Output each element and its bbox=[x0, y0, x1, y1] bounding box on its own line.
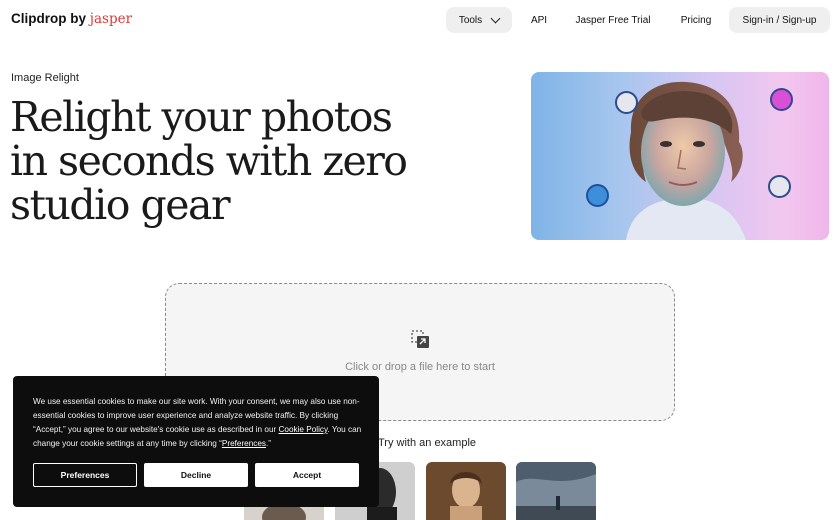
cookie-message: We use essential cookies to make our sit… bbox=[33, 395, 363, 451]
brand-partner: jasper bbox=[89, 11, 133, 27]
dropzone-prompt: Click or drop a file here to start bbox=[345, 361, 495, 373]
sign-in-button[interactable]: Sign-in / Sign-up bbox=[729, 7, 830, 33]
preferences-link[interactable]: Preferences bbox=[222, 439, 266, 448]
page-title: Relight your photos in seconds with zero… bbox=[10, 93, 408, 229]
chevron-down-icon bbox=[490, 13, 501, 23]
example-image-3[interactable] bbox=[426, 462, 506, 520]
light-handle-bottom-left[interactable] bbox=[586, 184, 609, 207]
cookie-preferences-button[interactable]: Preferences bbox=[33, 463, 137, 487]
nav-free-trial-link[interactable]: Jasper Free Trial bbox=[572, 7, 654, 33]
nav-pricing-link[interactable]: Pricing bbox=[676, 7, 716, 33]
example-image-4[interactable] bbox=[516, 462, 596, 520]
hero-portrait-image bbox=[531, 72, 829, 240]
light-handle-top-left[interactable] bbox=[615, 91, 638, 114]
brand-logo[interactable]: Clipdrop by jasper bbox=[11, 11, 132, 27]
nav-tools-label: Tools bbox=[458, 14, 483, 26]
upload-icon bbox=[411, 330, 429, 348]
brand-name: Clipdrop bbox=[11, 11, 67, 26]
cookie-policy-link[interactable]: Cookie Policy bbox=[279, 425, 328, 434]
examples-label: Try with an example bbox=[378, 437, 477, 449]
cookie-accept-button[interactable]: Accept bbox=[255, 463, 359, 487]
brand-by: by bbox=[70, 11, 87, 26]
cookie-banner: We use essential cookies to make our sit… bbox=[13, 376, 379, 507]
cookie-text-part: .” bbox=[266, 439, 272, 448]
cookie-decline-button[interactable]: Decline bbox=[144, 463, 248, 487]
light-handle-bottom-right[interactable] bbox=[768, 175, 791, 198]
nav-tools-dropdown[interactable]: Tools bbox=[446, 7, 512, 33]
nav-api-link[interactable]: API bbox=[524, 7, 554, 33]
light-handle-top-right[interactable] bbox=[770, 88, 793, 111]
page-eyebrow: Image Relight bbox=[11, 72, 79, 84]
